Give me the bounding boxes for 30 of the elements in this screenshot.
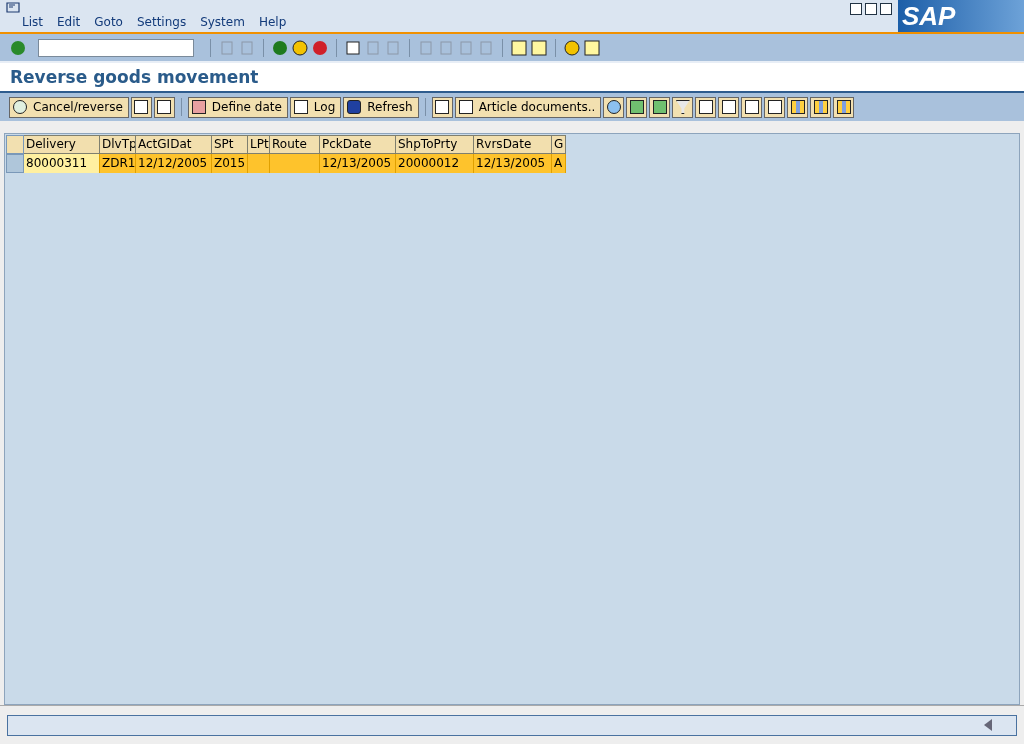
menu-item[interactable]: Help bbox=[258, 15, 287, 29]
toolbar-button[interactable]: Article documents.. bbox=[454, 96, 602, 118]
menu-item[interactable]: System bbox=[200, 15, 245, 29]
column-header[interactable]: ActGIDat bbox=[136, 135, 212, 154]
table-cell: A bbox=[552, 154, 566, 173]
table-cell: 12/12/2005 bbox=[136, 154, 212, 173]
column-header[interactable]: G bbox=[552, 135, 566, 154]
column-header[interactable]: PckDate bbox=[320, 135, 396, 154]
table-cell: 12/13/2005 bbox=[474, 154, 552, 173]
table-cell: 20000012 bbox=[396, 154, 474, 173]
column-header[interactable]: LPt bbox=[248, 135, 270, 154]
column-header[interactable]: Delivery bbox=[24, 135, 100, 154]
table-cell: 12/13/2005 bbox=[320, 154, 396, 173]
table-cell: ZDR1 bbox=[100, 154, 136, 173]
menu-item[interactable]: Goto bbox=[94, 15, 123, 29]
toolbar-button[interactable]: Log bbox=[289, 96, 342, 118]
menu-item[interactable]: Settings bbox=[136, 15, 187, 29]
toolbar-button[interactable]: Cancel/reverse bbox=[9, 96, 129, 118]
column-header[interactable]: Route bbox=[270, 135, 320, 154]
column-header[interactable]: SPt bbox=[212, 135, 248, 154]
logo: SAP bbox=[898, 0, 1024, 32]
table-cell: 80000311 bbox=[24, 154, 100, 173]
table-cell: Z015 bbox=[212, 154, 248, 173]
column-header[interactable]: ShpToPrty bbox=[396, 135, 474, 154]
toolbar-button[interactable]: Refresh bbox=[343, 96, 419, 118]
screen-title: Reverse goods movement bbox=[10, 67, 259, 87]
menu-item[interactable]: Edit bbox=[57, 15, 81, 29]
toolbar-button[interactable]: Define date bbox=[187, 96, 288, 118]
column-header[interactable]: RvrsDate bbox=[474, 135, 552, 154]
menu-item[interactable]: List bbox=[22, 15, 43, 29]
